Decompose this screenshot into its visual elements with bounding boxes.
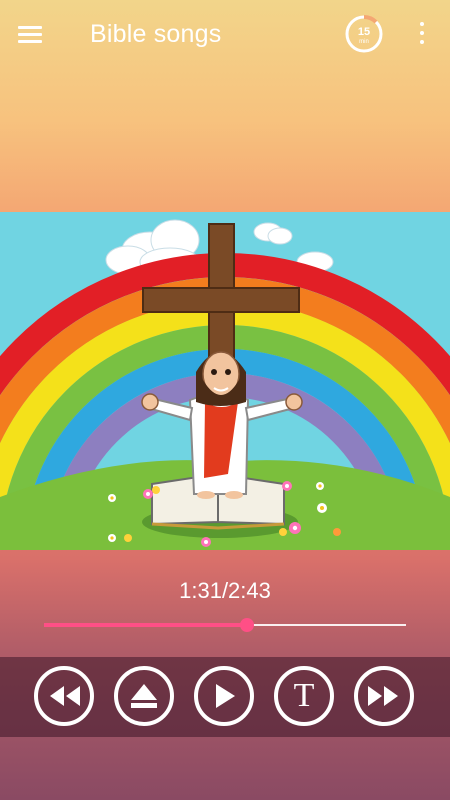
play-button[interactable]	[194, 666, 254, 726]
app-title: Bible songs	[90, 20, 222, 48]
timer-unit: min	[359, 39, 369, 45]
fast-forward-button[interactable]	[354, 666, 414, 726]
timer-value: 15	[358, 26, 370, 38]
sleep-timer-button[interactable]: 15 min	[344, 14, 384, 54]
lyrics-text-button[interactable]: T	[274, 666, 334, 726]
seek-progress	[44, 623, 247, 627]
eject-icon	[131, 684, 157, 708]
more-vert-icon[interactable]	[414, 22, 430, 50]
seek-thumb[interactable]	[239, 618, 254, 632]
playback-time: 1:31/2:43	[179, 578, 271, 603]
rewind-button[interactable]	[34, 666, 94, 726]
timer-icon: 15 min	[345, 15, 383, 53]
seek-bar[interactable]	[44, 618, 406, 632]
player-controls: T	[0, 657, 450, 737]
menu-icon[interactable]	[18, 22, 52, 50]
fast-forward-icon	[368, 686, 398, 706]
eject-button[interactable]	[114, 666, 174, 726]
play-icon	[216, 684, 235, 708]
rewind-icon	[50, 686, 80, 706]
app-bar: Bible songs 15 min	[0, 0, 450, 72]
text-icon: T	[293, 677, 315, 714]
song-artwork	[0, 212, 450, 550]
jesus-cross-rainbow-illustration	[0, 212, 450, 550]
